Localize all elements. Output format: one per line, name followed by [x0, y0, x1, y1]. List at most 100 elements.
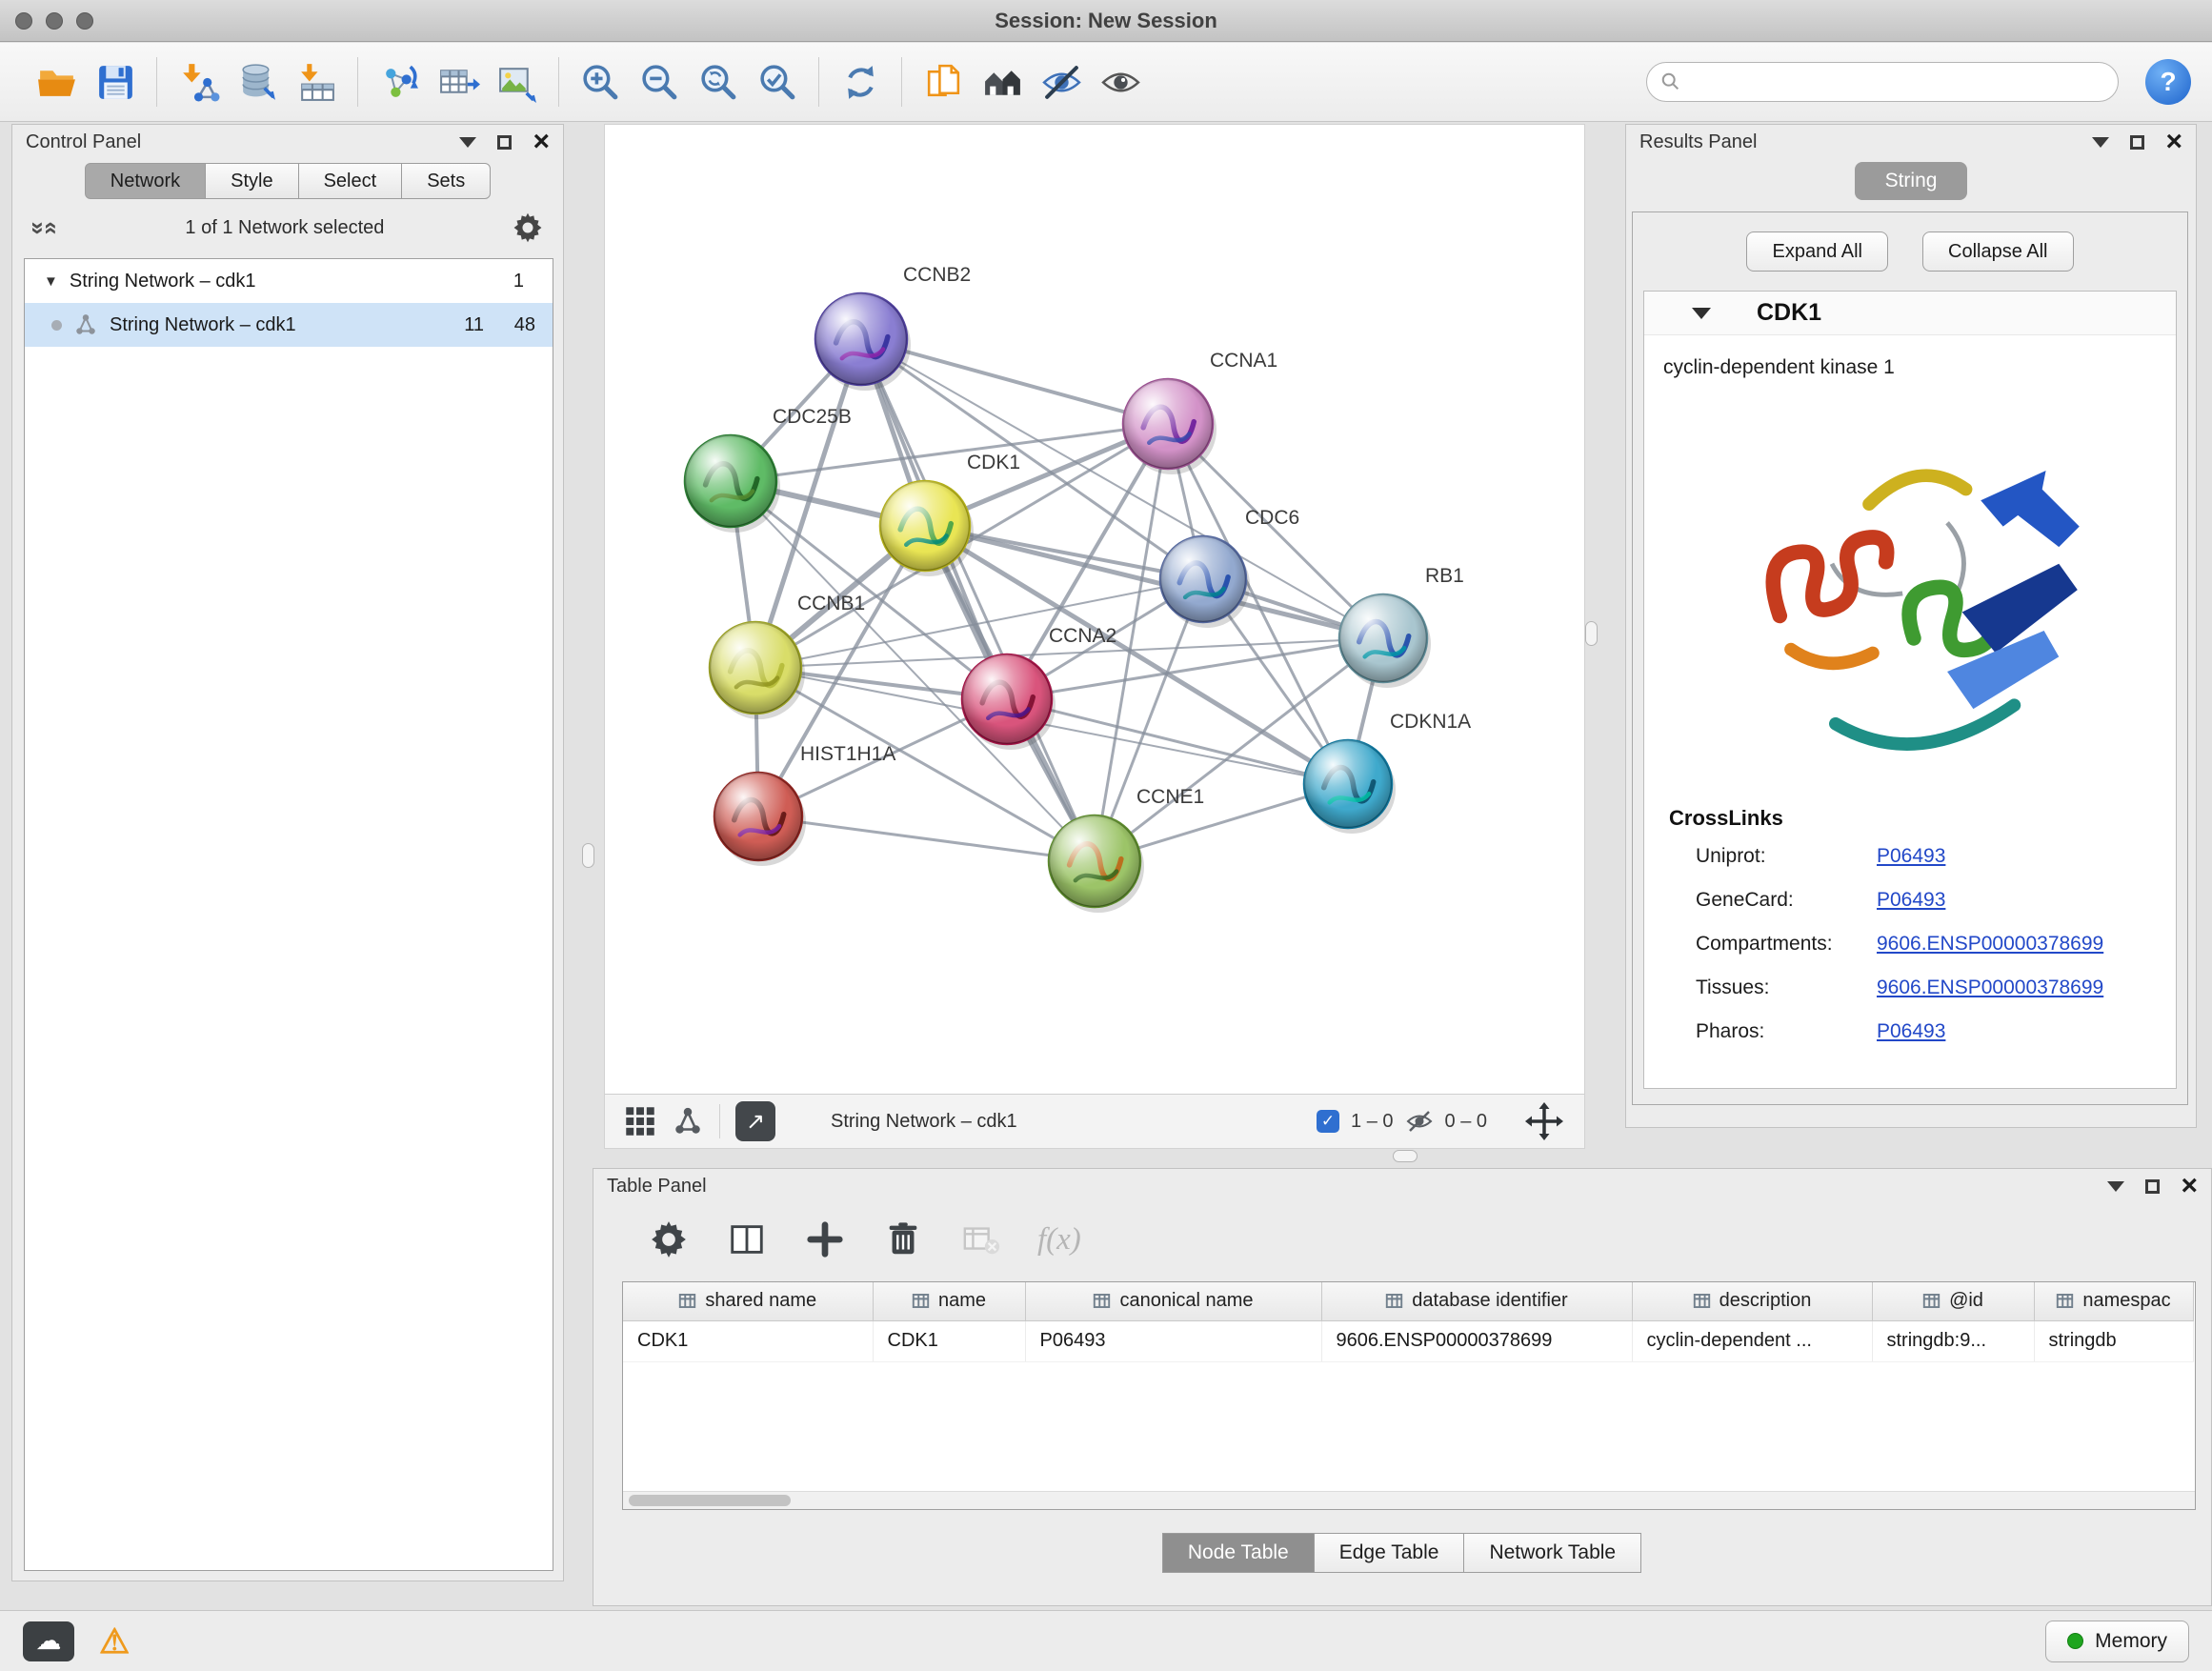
column-header-description[interactable]: description	[1632, 1282, 1872, 1320]
network-node-RB1[interactable]: RB1	[1339, 565, 1464, 688]
network-edge[interactable]	[861, 339, 1095, 861]
window-minimize-button[interactable]	[46, 12, 63, 30]
network-node-CCNB1[interactable]: CCNB1	[710, 593, 865, 719]
expand-all-icon[interactable]: «	[39, 221, 63, 234]
import-network-file-button[interactable]	[169, 50, 228, 113]
tab-network-table[interactable]: Network Table	[1463, 1533, 1641, 1573]
open-in-new-window-button[interactable]: ↗	[735, 1101, 775, 1141]
table-row[interactable]: CDK1CDK1P064939606.ENSP00000378699cyclin…	[623, 1320, 2193, 1361]
tab-string[interactable]: String	[1855, 162, 1967, 200]
horizontal-scrollbar-thumb[interactable]	[629, 1495, 791, 1506]
tab-node-table[interactable]: Node Table	[1162, 1533, 1315, 1573]
search-input[interactable]	[1691, 71, 2104, 93]
main-toolbar: ?	[0, 43, 2212, 122]
network-node-label: CDKN1A	[1390, 711, 1471, 733]
show-columns-button[interactable]	[725, 1218, 769, 1261]
warning-icon[interactable]: ⚠	[99, 1624, 130, 1659]
zoom-selected-button[interactable]	[748, 50, 807, 113]
birdseye-grid-button[interactable]	[624, 1105, 656, 1137]
results-panel-close-button[interactable]: ×	[2165, 128, 2182, 156]
column-header-shared-name[interactable]: shared name	[623, 1282, 873, 1320]
network-node-CDC6[interactable]: CDC6	[1160, 507, 1299, 628]
export-image-button[interactable]	[488, 50, 547, 113]
column-header-canonical-name[interactable]: canonical name	[1025, 1282, 1321, 1320]
control-panel-title: Control Panel	[26, 131, 141, 153]
toolbar-separator	[558, 57, 559, 107]
table-cell: cyclin-dependent ...	[1632, 1320, 1872, 1361]
tab-select[interactable]: Select	[298, 163, 403, 199]
help-button[interactable]: ?	[2145, 59, 2191, 105]
network-node-CDKN1A[interactable]: CDKN1A	[1304, 711, 1471, 834]
import-network-icon	[177, 61, 220, 104]
search-icon	[1660, 71, 1681, 92]
control-panel-close-button[interactable]: ×	[533, 128, 550, 156]
disclosure-triangle-icon[interactable]: ▼	[44, 273, 58, 290]
crosslink-link[interactable]: P06493	[1877, 845, 1945, 868]
import-table-button[interactable]	[287, 50, 346, 113]
column-header-database-identifier[interactable]: database identifier	[1321, 1282, 1632, 1320]
results-panel: Results Panel × String Expand All Collap…	[1625, 124, 2197, 1128]
results-panel-float-button[interactable]	[2092, 137, 2109, 148]
results-panel-maximize-button[interactable]	[2130, 135, 2144, 150]
network-node-HIST1H1A[interactable]: HIST1H1A	[714, 743, 895, 866]
section-disclosure-triangle[interactable]	[1692, 308, 1711, 319]
control-panel-tabs: Network Style Select Sets	[12, 163, 563, 199]
tab-sets[interactable]: Sets	[401, 163, 491, 199]
collapse-all-button[interactable]: Collapse All	[1922, 232, 2074, 272]
hide-selected-button[interactable]	[1032, 50, 1091, 113]
splitter-handle[interactable]	[1585, 621, 1598, 646]
selected-checkbox-icon[interactable]: ✓	[1317, 1110, 1339, 1133]
network-options-gear-icon[interactable]	[512, 211, 544, 244]
save-session-button[interactable]	[86, 50, 145, 113]
window-zoom-button[interactable]	[76, 12, 93, 30]
network-row[interactable]: String Network – cdk1 11 48	[25, 303, 553, 347]
network-overview-button[interactable]	[672, 1105, 704, 1137]
show-all-button[interactable]	[1091, 50, 1150, 113]
tab-edge-table[interactable]: Edge Table	[1314, 1533, 1465, 1573]
export-table-button[interactable]	[429, 50, 488, 113]
column-header-namespac[interactable]: namespac	[2034, 1282, 2193, 1320]
crosslink-link[interactable]: 9606.ENSP00000378699	[1877, 933, 2103, 956]
network-node-CDK1[interactable]: CDK1	[880, 452, 1020, 576]
delete-column-button[interactable]	[881, 1218, 925, 1261]
splitter-handle[interactable]	[1393, 1150, 1418, 1162]
table-panel-float-button[interactable]	[2107, 1181, 2124, 1192]
column-header--id[interactable]: @id	[1872, 1282, 2034, 1320]
zoom-out-button[interactable]	[630, 50, 689, 113]
memory-button[interactable]: Memory	[2045, 1621, 2189, 1662]
first-neighbors-button[interactable]	[973, 50, 1032, 113]
network-node-CCNE1[interactable]: CCNE1	[1049, 786, 1204, 913]
network-node-CCNB2[interactable]: CCNB2	[815, 264, 971, 391]
add-column-button[interactable]	[803, 1218, 847, 1261]
table-panel-close-button[interactable]: ×	[2181, 1172, 2198, 1200]
zoom-fit-button[interactable]	[689, 50, 748, 113]
network-from-selection-button[interactable]	[370, 50, 429, 113]
refresh-view-button[interactable]	[831, 50, 890, 113]
copy-document-button[interactable]	[914, 50, 973, 113]
crosslink-link[interactable]: 9606.ENSP00000378699	[1877, 976, 2103, 999]
search-box[interactable]	[1646, 62, 2119, 102]
splitter-handle[interactable]	[582, 843, 594, 868]
network-node-CCNA1[interactable]: CCNA1	[1123, 350, 1277, 474]
table-toolbar: f(x)	[593, 1205, 2211, 1274]
control-panel-maximize-button[interactable]	[497, 135, 512, 150]
cloud-button[interactable]: ☁	[23, 1621, 74, 1661]
tab-style[interactable]: Style	[205, 163, 298, 199]
tab-network[interactable]: Network	[85, 163, 206, 199]
table-settings-button[interactable]	[647, 1218, 691, 1261]
import-network-database-button[interactable]	[228, 50, 287, 113]
crosslink-link[interactable]: P06493	[1877, 1020, 1945, 1043]
expand-all-button[interactable]: Expand All	[1746, 232, 1888, 272]
window-close-button[interactable]	[15, 12, 32, 30]
zoom-in-button[interactable]	[571, 50, 630, 113]
open-session-button[interactable]	[27, 50, 86, 113]
pan-crosshair-icon[interactable]	[1523, 1100, 1565, 1142]
control-panel-float-button[interactable]	[459, 137, 476, 148]
network-collection-row[interactable]: ▼ String Network – cdk1 1	[25, 259, 553, 303]
table-panel-maximize-button[interactable]	[2145, 1179, 2160, 1194]
crosslink-link[interactable]: P06493	[1877, 889, 1945, 912]
column-header-name[interactable]: name	[873, 1282, 1025, 1320]
window-controls	[15, 0, 93, 42]
network-edge[interactable]	[758, 816, 1095, 861]
network-canvas[interactable]: CCNB2CCNA1CDC25BCDK1CDC6RB1CCNB1CCNA2CDK…	[605, 125, 1584, 1094]
